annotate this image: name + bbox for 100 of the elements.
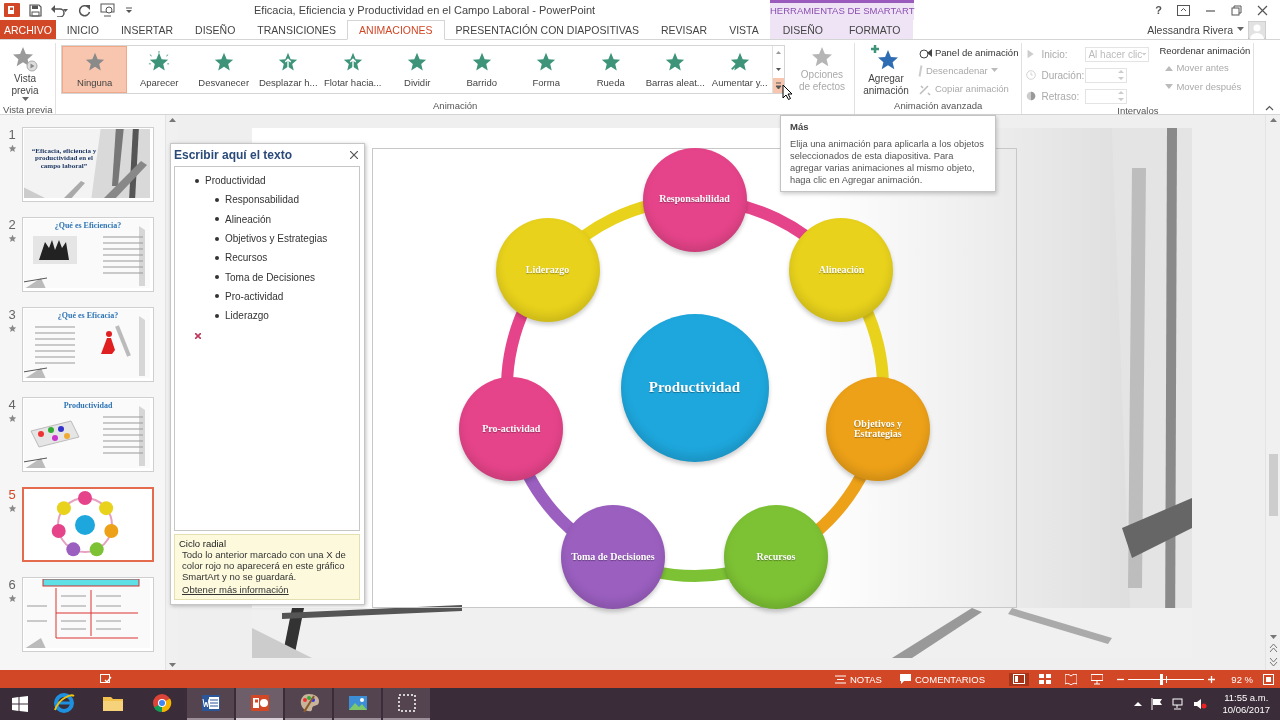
group-label: Animación avanzada	[893, 100, 984, 113]
user-name[interactable]: Alessandra Rivera	[1147, 23, 1233, 36]
more-icon[interactable]	[772, 78, 784, 93]
show-hidden-icons-icon[interactable]	[1134, 701, 1143, 707]
network-icon[interactable]	[1172, 698, 1186, 710]
close-button[interactable]	[350, 151, 358, 159]
preview-button[interactable]: Vista previa	[3, 43, 47, 104]
outline-item[interactable]: Productividad	[205, 175, 266, 187]
ribbon-tab[interactable]: REVISAR	[650, 20, 719, 39]
thumbnail-title: Productividad	[62, 402, 114, 411]
animation-option[interactable]: Dividir	[384, 46, 450, 93]
scroll-up-icon[interactable]	[168, 117, 176, 122]
animation-option[interactable]: Desvanecer	[191, 46, 256, 93]
undo-icon[interactable]	[51, 3, 69, 17]
spelling-check-icon[interactable]	[100, 673, 112, 685]
taskbar-button[interactable]	[383, 688, 430, 720]
ribbon-tab[interactable]: DISEÑO	[769, 20, 836, 39]
ribbon-tab[interactable]: VISTA	[718, 20, 770, 39]
browser-icon	[52, 692, 75, 714]
notes-button[interactable]: NOTAS	[830, 673, 886, 685]
animation-option[interactable]: Aumentar y...	[707, 46, 772, 93]
outline-item[interactable]: Liderazgo	[225, 310, 269, 322]
outline-item[interactable]: Alineación	[225, 213, 272, 225]
field-label: Inicio:	[1041, 48, 1069, 60]
animation-option[interactable]: Aparecer	[126, 46, 192, 93]
mouse-pointer-icon	[782, 84, 793, 100]
slide-thumbnail[interactable]: ¿Qué es Eficacia?	[22, 307, 154, 382]
slide-number: 4	[8, 397, 16, 412]
spinner-icon	[1118, 90, 1125, 102]
previous-slide-icon[interactable]	[1268, 642, 1278, 654]
ribbon-tab[interactable]: ANIMACIONES	[347, 20, 445, 40]
animation-option[interactable]: Forma	[513, 46, 579, 93]
animation-option[interactable]: Ninguna	[62, 46, 127, 93]
ribbon-tab[interactable]: PRESENTACIÓN CON DIAPOSITIVAS	[444, 20, 650, 39]
outline-item[interactable]: Toma de Decisiones	[225, 271, 316, 283]
save-icon[interactable]	[29, 3, 42, 17]
customize-icon[interactable]	[125, 6, 133, 14]
animation-option[interactable]: Flotar hacia...	[320, 46, 385, 93]
ribbon-tab[interactable]: INSERTAR	[109, 20, 185, 39]
spin-field[interactable]	[1085, 88, 1128, 104]
windows-start-icon[interactable]	[12, 696, 28, 712]
window-title: Eficacia, Eficiencia y Productividad en el Campo Laboral - PowerPoint	[254, 4, 596, 16]
slide-number: 2	[8, 217, 16, 232]
close-icon[interactable]	[1257, 4, 1268, 16]
outline-item[interactable]: Recursos	[225, 252, 268, 264]
close-icon	[350, 151, 358, 159]
ribbon-tab[interactable]: FORMATO	[835, 20, 914, 39]
sorter-view-icon	[1039, 673, 1051, 685]
more-info-link[interactable]: Obtener más información	[179, 584, 355, 595]
clock-date[interactable]: 10/06/2017	[1222, 704, 1270, 716]
animation-option[interactable]: Barras aleat...	[642, 46, 708, 93]
slide-number: 1	[8, 127, 16, 142]
scroll-down-icon[interactable]	[168, 663, 176, 668]
slide-number: 3	[8, 307, 16, 322]
scroll-thumb[interactable]	[1268, 454, 1278, 516]
outline-item[interactable]: Pro-actividad	[225, 290, 284, 302]
add-animation-button[interactable]: Agregar animación	[857, 43, 914, 99]
fit-to-window-icon[interactable]	[1263, 673, 1274, 685]
animation-option[interactable]: Rueda	[578, 46, 643, 93]
presenter-icon[interactable]	[100, 3, 116, 17]
outline-item[interactable]: Responsabilidad	[225, 194, 299, 206]
ribbon-display-icon[interactable]	[1177, 4, 1190, 16]
taskbar-button[interactable]	[187, 688, 234, 720]
redo-icon[interactable]	[78, 3, 91, 17]
star-icon	[148, 51, 171, 73]
slider-thumb[interactable]	[1160, 673, 1164, 685]
view-button[interactable]	[1009, 672, 1029, 686]
slide-thumbnail[interactable]: Productividad	[22, 397, 154, 472]
spin-field[interactable]	[1085, 67, 1128, 83]
flag-icon[interactable]	[1151, 698, 1164, 710]
taskbar-button[interactable]	[236, 688, 283, 720]
ribbon-tab[interactable]: INICIO	[55, 20, 110, 39]
animation-option[interactable]: Barrido	[449, 46, 514, 93]
ribbon-tab[interactable]: ARCHIVO	[0, 20, 56, 39]
next-slide-icon[interactable]	[1268, 656, 1278, 668]
star-icon	[809, 45, 834, 69]
restore-icon[interactable]	[1231, 4, 1242, 16]
animation-option[interactable]: Desplazar h...	[255, 46, 321, 93]
bullet-icon	[215, 275, 219, 280]
command-button[interactable]: Panel de animación	[917, 45, 1019, 60]
clock-time[interactable]: 11:55 a.m.	[1224, 692, 1269, 704]
outline-item[interactable]: Objetivos y Estrategias	[225, 233, 328, 245]
ribbon-tab[interactable]: TRANSICIONES	[246, 20, 348, 39]
help-button[interactable]: ?	[1155, 4, 1162, 16]
caret-icon[interactable]	[1237, 27, 1244, 32]
taskbar-button[interactable]	[285, 688, 332, 720]
slide-thumbnail[interactable]: ¿Qué es Eficiencia?	[22, 217, 154, 292]
zoom-level[interactable]: 92 %	[1219, 673, 1253, 685]
ribbon-tab[interactable]: DISEÑO	[184, 20, 247, 39]
animation-star-icon	[7, 144, 17, 153]
presentation-app-icon	[248, 692, 271, 714]
scroll-up-icon[interactable]	[1269, 117, 1277, 122]
app-icon[interactable]	[4, 3, 20, 17]
volume-icon[interactable]	[1194, 698, 1208, 710]
comment-icon	[899, 674, 911, 684]
collapse-ribbon-icon[interactable]	[1265, 105, 1274, 111]
zoom-in-icon[interactable]	[1208, 675, 1215, 683]
taskbar-button[interactable]	[334, 688, 381, 720]
comments-button[interactable]: COMENTARIOS	[895, 673, 989, 685]
scroll-down-icon[interactable]	[1269, 635, 1277, 640]
